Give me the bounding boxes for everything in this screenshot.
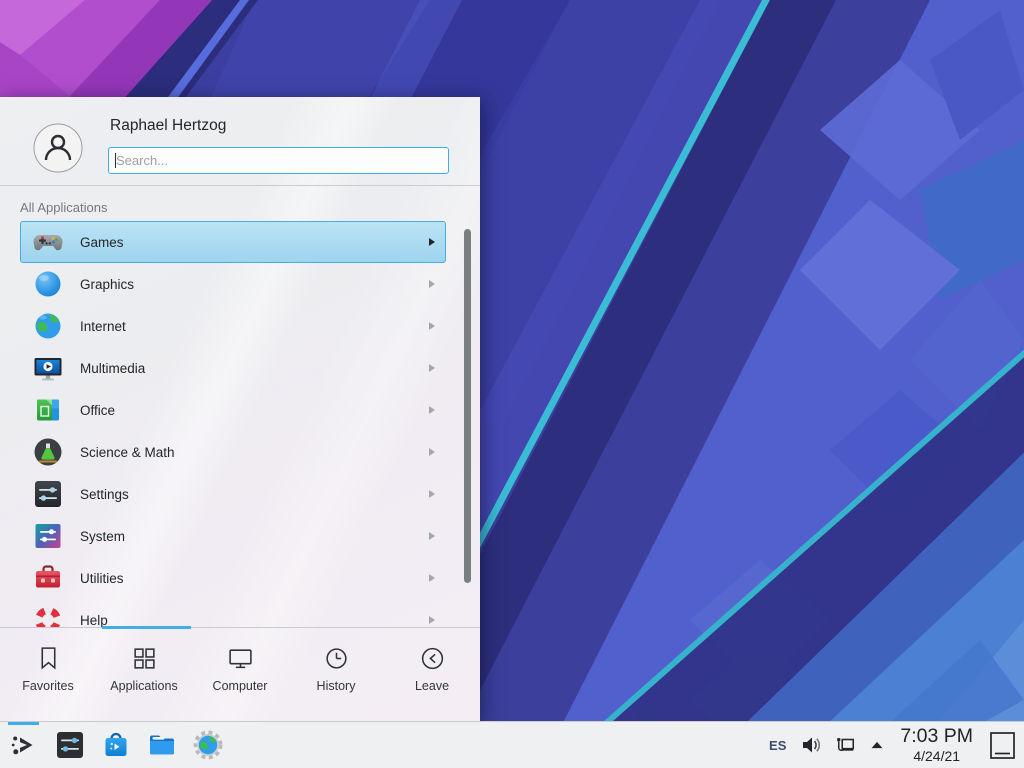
discover-store-icon xyxy=(100,729,132,761)
clock-time: 7:03 PM xyxy=(900,727,973,747)
system-settings-button[interactable] xyxy=(54,729,86,761)
submenu-arrow-icon xyxy=(429,364,435,372)
submenu-arrow-icon xyxy=(429,574,435,582)
launcher-tabbar: Favorites Applications Computer xyxy=(0,627,480,721)
office-documents-icon xyxy=(32,394,64,426)
keyboard-layout-indicator[interactable]: ES xyxy=(769,738,786,753)
globe-icon xyxy=(32,310,64,342)
clock-date: 4/24/21 xyxy=(900,749,973,763)
dolphin-file-manager-button[interactable] xyxy=(146,729,178,761)
submenu-arrow-icon xyxy=(429,616,435,624)
category-internet[interactable]: Internet xyxy=(20,305,446,347)
text-caret xyxy=(115,153,116,168)
category-utilities[interactable]: Utilities xyxy=(20,557,446,599)
monitor-icon xyxy=(227,645,254,672)
taskbar-panel: ES 7:03 PM 4/24/21 xyxy=(0,721,1024,768)
category-office[interactable]: Office xyxy=(20,389,446,431)
category-label: Office xyxy=(80,403,115,418)
submenu-arrow-icon xyxy=(429,490,435,498)
leave-circle-icon xyxy=(419,645,446,672)
clock-widget[interactable]: 7:03 PM 4/24/21 xyxy=(900,727,973,763)
category-label: Multimedia xyxy=(80,361,145,376)
web-browser-globe-icon xyxy=(192,729,224,761)
tab-label: Computer xyxy=(213,679,268,693)
category-label: Settings xyxy=(80,487,129,502)
submenu-arrow-icon xyxy=(429,322,435,330)
submenu-arrow-icon xyxy=(429,238,435,246)
kickoff-launcher-icon xyxy=(8,729,40,761)
category-multimedia[interactable]: Multimedia xyxy=(20,347,446,389)
category-science-math[interactable]: Science & Math xyxy=(20,431,446,473)
app-grid-icon xyxy=(131,645,158,672)
tab-favorites[interactable]: Favorites xyxy=(0,628,96,721)
search-input[interactable] xyxy=(108,147,449,174)
show-desktop-button[interactable] xyxy=(989,731,1016,760)
category-label: Games xyxy=(80,235,124,250)
expand-tray-caret-icon[interactable] xyxy=(868,736,886,754)
utilities-toolbox-icon xyxy=(32,562,64,594)
clock-icon xyxy=(323,645,350,672)
system-settings-icon xyxy=(54,729,86,761)
category-graphics[interactable]: Graphics xyxy=(20,263,446,305)
category-settings[interactable]: Settings xyxy=(20,473,446,515)
submenu-arrow-icon xyxy=(429,280,435,288)
graphics-sphere-icon xyxy=(32,268,64,300)
application-launcher-menu: Raphael Hertzog All Applications Games xyxy=(0,97,480,721)
kickoff-launcher-button[interactable] xyxy=(8,729,40,761)
web-browser-button[interactable] xyxy=(192,729,224,761)
category-games[interactable]: Games xyxy=(20,221,446,263)
science-flask-icon xyxy=(32,436,64,468)
help-lifering-icon xyxy=(32,604,64,627)
active-tab-indicator xyxy=(102,626,191,629)
category-label: Science & Math xyxy=(80,445,175,460)
category-label: Graphics xyxy=(80,277,134,292)
header-separator xyxy=(0,185,480,186)
tab-computer[interactable]: Computer xyxy=(192,628,288,721)
multimedia-monitor-icon xyxy=(32,352,64,384)
system-tray: ES 7:03 PM 4/24/21 xyxy=(769,722,1024,768)
submenu-arrow-icon xyxy=(429,532,435,540)
tab-applications[interactable]: Applications xyxy=(96,628,192,721)
system-sliders-icon xyxy=(32,520,64,552)
list-scrollbar[interactable] xyxy=(464,229,471,583)
tab-history[interactable]: History xyxy=(288,628,384,721)
settings-sliders-icon xyxy=(32,478,64,510)
category-label: Internet xyxy=(80,319,126,334)
volume-icon[interactable] xyxy=(800,734,822,756)
discover-store-button[interactable] xyxy=(100,729,132,761)
dolphin-file-manager-icon xyxy=(146,729,178,761)
submenu-arrow-icon xyxy=(429,406,435,414)
category-label: System xyxy=(80,529,125,544)
tab-label: Favorites xyxy=(22,679,73,693)
category-help[interactable]: Help xyxy=(20,599,446,627)
tab-label: History xyxy=(317,679,356,693)
tab-label: Applications xyxy=(110,679,177,693)
user-avatar-icon xyxy=(33,123,83,173)
submenu-arrow-icon xyxy=(429,448,435,456)
category-label: Utilities xyxy=(80,571,124,586)
tab-label: Leave xyxy=(415,679,449,693)
category-label: Help xyxy=(80,613,108,628)
user-name: Raphael Hertzog xyxy=(110,117,226,135)
launcher-header: Raphael Hertzog xyxy=(0,97,480,185)
category-list: Games Graphics Internet xyxy=(0,221,480,627)
tab-leave[interactable]: Leave xyxy=(384,628,480,721)
gamepad-icon xyxy=(32,226,64,258)
section-label: All Applications xyxy=(20,200,107,215)
category-system[interactable]: System xyxy=(20,515,446,557)
wired-network-icon[interactable] xyxy=(834,734,856,756)
show-desktop-icon xyxy=(989,731,1016,760)
bookmark-icon xyxy=(35,645,62,672)
